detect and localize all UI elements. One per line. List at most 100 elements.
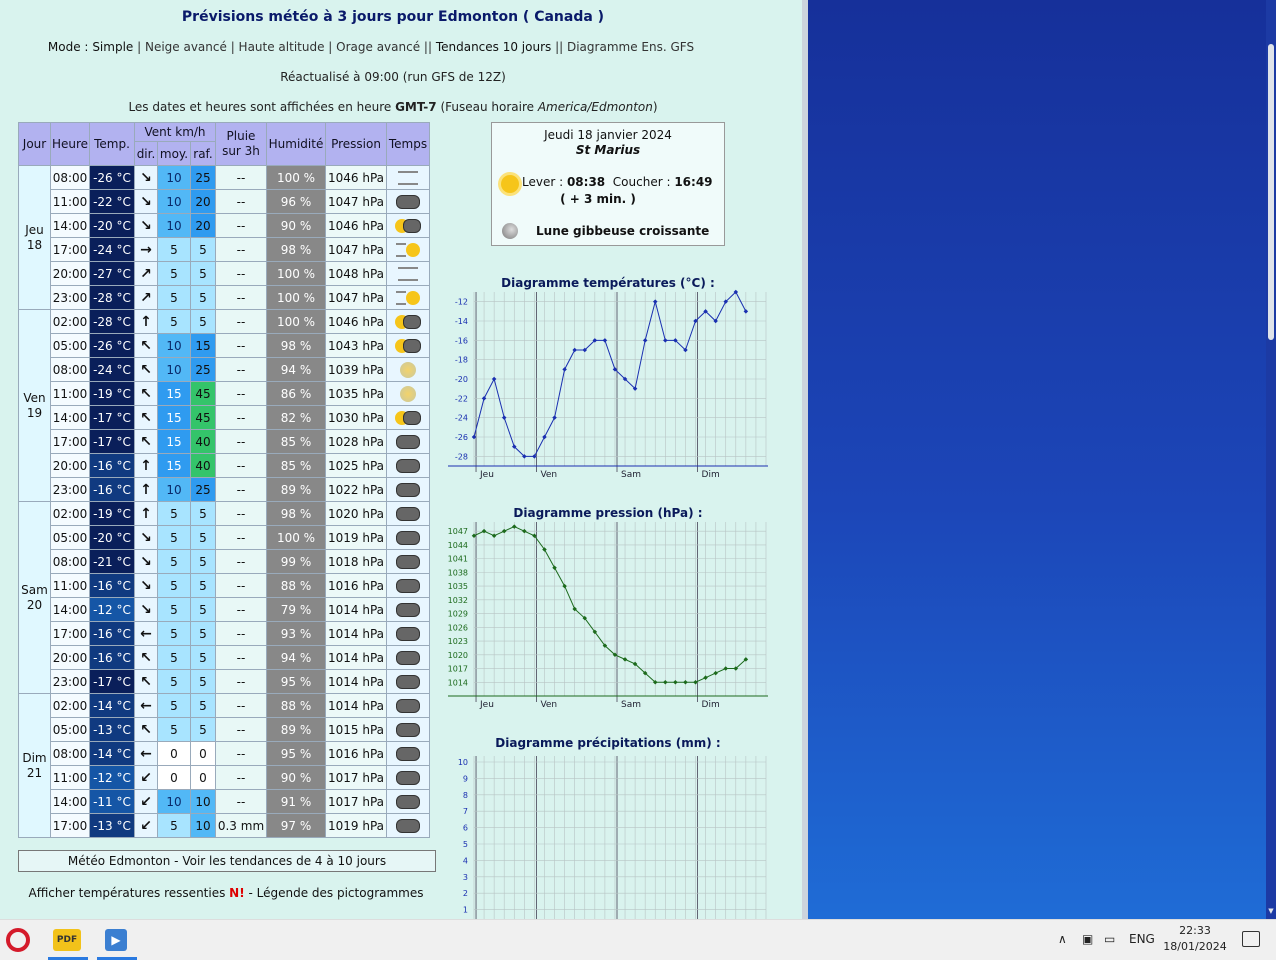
forecast-row: 23:00 -28 °C ↗ 5 5 -- 100 % 1047 hPa: [19, 285, 430, 310]
rain-cell: --: [215, 789, 267, 814]
humidity-cell: 100 %: [266, 285, 326, 310]
pressure-cell: 1047 hPa: [325, 237, 387, 262]
y-tick-label: -16: [455, 336, 468, 345]
y-tick-label: 1026: [448, 623, 468, 632]
forecast-table: Jour Heure Temp. Vent km/h Pluie sur 3h H…: [18, 122, 430, 838]
temp-cell: -21 °C: [89, 549, 135, 574]
temp-cell: -13 °C: [89, 717, 135, 742]
y-tick-label: -28: [455, 452, 468, 461]
pressure-cell: 1025 hPa: [325, 453, 387, 478]
notification-icon[interactable]: [1242, 931, 1260, 947]
cloud-icon: [396, 722, 420, 737]
wind-gust-cell: 40: [190, 453, 216, 478]
wind-arrow-icon: ↖: [140, 433, 152, 450]
wind-gust-cell: 0: [190, 741, 216, 766]
wind-avg-cell: 5: [157, 237, 191, 262]
humidity-cell: 93 %: [266, 621, 326, 646]
cloud-icon: [403, 218, 421, 233]
wind-dir-cell: ←: [134, 693, 158, 718]
humidity-cell: 94 %: [266, 357, 326, 382]
humidity-cell: 88 %: [266, 693, 326, 718]
tray-chevron-icon[interactable]: ∧: [1058, 932, 1067, 946]
weather-cell: [386, 669, 430, 694]
opera-icon[interactable]: [6, 928, 30, 952]
temp-cell: -16 °C: [89, 453, 135, 478]
day-label: Ven: [540, 470, 557, 480]
hour-cell: 20:00: [50, 645, 90, 670]
rain-cell: --: [215, 213, 267, 238]
network-icon[interactable]: ▭: [1104, 932, 1115, 946]
haze-icon: [400, 385, 416, 402]
series-line: [473, 291, 747, 457]
forecast-row: 20:00 -16 °C ↖ 5 5 -- 94 % 1014 hPa: [19, 645, 430, 670]
language-indicator[interactable]: ENG: [1129, 932, 1155, 946]
forecast-row: 08:00 -24 °C ↖ 10 25 -- 94 % 1039 hPa: [19, 357, 430, 382]
mode-altitude-link[interactable]: Haute altitude: [239, 40, 325, 54]
wind-dir-cell: ↑: [134, 309, 158, 334]
humidity-cell: 98 %: [266, 501, 326, 526]
hour-cell: 23:00: [50, 669, 90, 694]
day-label: Ven: [540, 700, 557, 710]
wind-dir-cell: ↖: [134, 645, 158, 670]
rain-cell: --: [215, 261, 267, 286]
data-point: [713, 670, 718, 676]
hour-cell: 20:00: [50, 261, 90, 286]
day-label: Sam: [621, 470, 641, 480]
clock[interactable]: 22:33 18/01/2024: [1160, 923, 1230, 955]
tendances-link[interactable]: Météo Edmonton - Voir les tendances de 4…: [18, 850, 436, 872]
forecast-row: 17:00 -13 °C ↙ 5 10 0.3 mm 97 % 1019 hPa: [19, 813, 430, 838]
humidity-cell: 98 %: [266, 333, 326, 358]
mode-label: Mode :: [47, 40, 89, 54]
pdf-app-icon[interactable]: PDF: [53, 929, 81, 951]
wind-arrow-icon: ←: [140, 745, 152, 762]
y-tick-label: -18: [455, 356, 468, 365]
wind-avg-cell: 5: [157, 597, 191, 622]
legende-link[interactable]: - Légende des pictogrammes: [245, 886, 423, 900]
temp-cell: -17 °C: [89, 669, 135, 694]
scroll-down-icon[interactable]: ▼: [1267, 906, 1275, 916]
tray-meet-icon[interactable]: ▣: [1082, 932, 1093, 946]
weather-cell: [386, 405, 430, 430]
temp-cell: -26 °C: [89, 333, 135, 358]
mode-simple-link[interactable]: Simple: [92, 40, 133, 54]
y-tick-label: 1047: [448, 527, 468, 536]
weather-cell: [386, 693, 430, 718]
rain-cell: --: [215, 717, 267, 742]
col-raf: raf.: [190, 141, 216, 166]
y-tick-label: 1023: [448, 637, 468, 646]
col-humidite: Humidité: [266, 122, 326, 166]
y-tick-label: 1044: [448, 541, 468, 550]
mode-diagramme-link[interactable]: Diagramme Ens. GFS: [567, 40, 694, 54]
pressure-cell: 1020 hPa: [325, 501, 387, 526]
wind-avg-cell: 5: [157, 501, 191, 526]
pressure-cell: 1019 hPa: [325, 813, 387, 838]
day-cell: Dim 21: [18, 693, 51, 838]
scrollbar[interactable]: ▼: [1266, 0, 1276, 919]
tz-prefix: Les dates et heures sont affichées en he…: [128, 100, 396, 114]
temp-cell: -26 °C: [89, 165, 135, 190]
wind-arrow-icon: ↖: [140, 409, 152, 426]
mode-tendances-link[interactable]: Tendances 10 jours: [436, 40, 551, 54]
hour-cell: 17:00: [50, 237, 90, 262]
data-point: [703, 675, 708, 680]
weather-cell: [386, 765, 430, 790]
wind-gust-cell: 10: [190, 789, 216, 814]
rain-cell: --: [215, 765, 267, 790]
rain-cell: --: [215, 333, 267, 358]
hour-cell: 17:00: [50, 621, 90, 646]
weather-cell: [386, 237, 430, 262]
rain-cell: --: [215, 189, 267, 214]
media-player-icon[interactable]: ▶: [105, 929, 127, 951]
ressenti-link[interactable]: Afficher températures ressenties: [28, 886, 229, 900]
humidity-cell: 88 %: [266, 573, 326, 598]
cloud-icon: [396, 794, 420, 809]
mode-neige-link[interactable]: Neige avancé: [145, 40, 227, 54]
scrollbar-thumb[interactable]: [1268, 44, 1274, 340]
weather-cell: [386, 525, 430, 550]
mode-orage-link[interactable]: Orage avancé: [336, 40, 420, 54]
day-cell: Jeu 18: [18, 165, 51, 310]
lever-label: Lever :: [522, 175, 567, 189]
rain-cell: --: [215, 381, 267, 406]
sun-times: Lever : 08:38 Coucher : 16:49: [522, 175, 713, 189]
wind-dir-cell: ↖: [134, 333, 158, 358]
